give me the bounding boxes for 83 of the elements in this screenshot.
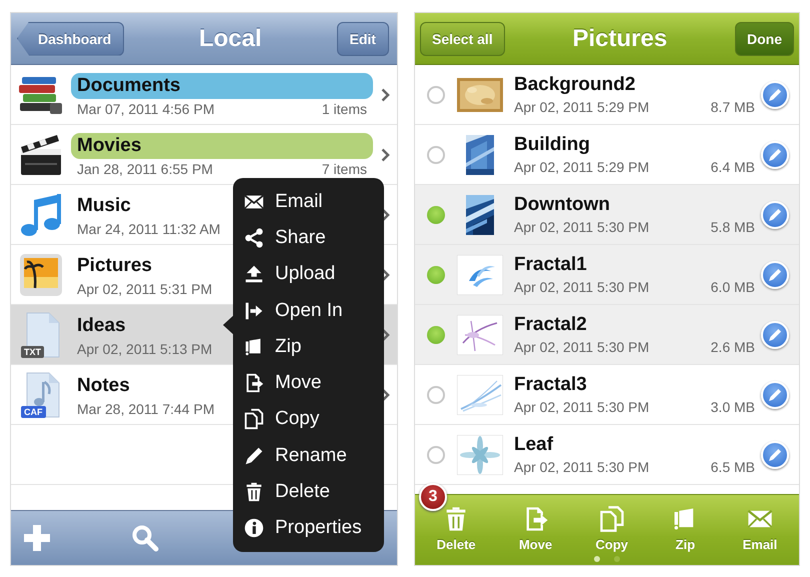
file-name: Fractal3 [514, 374, 588, 396]
file-name: Leaf [514, 434, 554, 456]
share-icon [243, 227, 265, 250]
add-icon[interactable] [23, 524, 51, 552]
file-date: Jan 28, 2011 6:55 PM [77, 160, 213, 176]
edit-button[interactable] [761, 320, 789, 348]
file-name: Music [76, 194, 132, 218]
select-circle[interactable] [427, 326, 445, 344]
file-type-label: TXT [21, 346, 44, 358]
select-circle[interactable] [427, 146, 445, 164]
file-date: Apr 02, 2011 5:30 PM [514, 279, 650, 295]
file-date: Apr 02, 2011 5:30 PM [514, 219, 650, 235]
chevron-icon [380, 148, 390, 162]
file-name: Building [514, 134, 591, 156]
file-date: Apr 02, 2011 5:29 PM [514, 99, 650, 115]
picture-row[interactable]: Fractal2 Apr 02, 2011 5:30 PM 2.6 MB [415, 305, 799, 365]
pencil-icon [767, 206, 783, 222]
item-count: 1 items [322, 100, 367, 116]
menu-item[interactable]: Upload [233, 256, 384, 292]
file-date: Apr 02, 2011 5:13 PM [77, 340, 212, 356]
file-date: Apr 02, 2011 5:30 PM [514, 399, 650, 415]
file-name: Fractal1 [514, 254, 588, 276]
music-note-icon [19, 192, 63, 238]
upload-icon [243, 263, 265, 286]
clapper-icon [19, 132, 63, 176]
file-size: 3.0 MB [710, 399, 755, 415]
file-name: Notes [76, 374, 131, 398]
menu-item[interactable]: Email [233, 184, 384, 220]
file-date: Apr 02, 2011 5:30 PM [514, 459, 650, 475]
pencil-icon [767, 146, 783, 162]
copy-icon [243, 408, 265, 430]
file-name: Pictures [76, 254, 153, 278]
picture-row[interactable]: Downtown Apr 02, 2011 5:30 PM 5.8 MB [415, 185, 799, 245]
file-date: Mar 24, 2011 11:32 AM [77, 220, 220, 236]
file-type-label: CAF [21, 406, 46, 418]
screen-title: Local [198, 24, 262, 52]
edit-button[interactable] [761, 260, 789, 288]
pencil-icon [767, 326, 783, 342]
select-circle[interactable] [427, 86, 445, 104]
pencil-icon [767, 446, 783, 462]
item-count: 7 items [322, 160, 367, 176]
picture-row[interactable]: Fractal1 Apr 02, 2011 5:30 PM 6.0 MB [415, 245, 799, 305]
info-icon [243, 516, 265, 539]
file-date: Apr 02, 2011 5:31 PM [77, 280, 212, 296]
edit-button[interactable] [761, 200, 789, 228]
select-circle[interactable] [427, 266, 445, 284]
menu-item[interactable]: Zip [233, 328, 384, 365]
file-size: 6.4 MB [710, 159, 755, 175]
file-size: 8.7 MB [710, 99, 755, 115]
menu-item[interactable]: Rename [233, 438, 384, 474]
file-size: 6.0 MB [710, 279, 755, 295]
file-size: 5.8 MB [710, 219, 755, 235]
menu-item[interactable]: Delete [233, 474, 384, 510]
select-circle[interactable] [427, 386, 445, 404]
edit-button[interactable] [761, 440, 789, 468]
file-date: Mar 07, 2011 4:56 PM [77, 100, 214, 116]
screen-title: Pictures [572, 24, 668, 52]
edit-button[interactable] [761, 380, 789, 408]
photo-icon [19, 252, 63, 296]
pencil-icon [767, 86, 783, 102]
file-name: Ideas [76, 314, 127, 338]
file-date: Mar 28, 2011 7:44 PM [77, 400, 214, 416]
file-date: Apr 02, 2011 5:30 PM [514, 339, 650, 355]
file-name: Background2 [514, 74, 636, 96]
edit-button[interactable] [761, 140, 789, 168]
pencil-icon [767, 266, 783, 282]
file-size: 6.5 MB [710, 459, 755, 475]
select-circle[interactable] [427, 206, 445, 224]
file-name: Documents [71, 72, 373, 98]
copy-icon [598, 504, 626, 532]
select-circle[interactable] [427, 446, 445, 464]
pencil-icon [767, 386, 783, 402]
chevron-icon [380, 88, 390, 102]
edit-button[interactable] [761, 80, 789, 108]
file-name: Downtown [514, 194, 612, 216]
menu-item[interactable]: Move [233, 365, 384, 402]
file-name: Fractal2 [514, 314, 588, 336]
file-size: 2.6 MB [710, 339, 755, 355]
file-name: Movies [71, 132, 373, 158]
search-icon[interactable] [131, 524, 159, 552]
file-date: Apr 02, 2011 5:29 PM [514, 159, 650, 175]
count-badge: 3 [419, 483, 447, 511]
done-button[interactable]: Done [734, 22, 794, 56]
